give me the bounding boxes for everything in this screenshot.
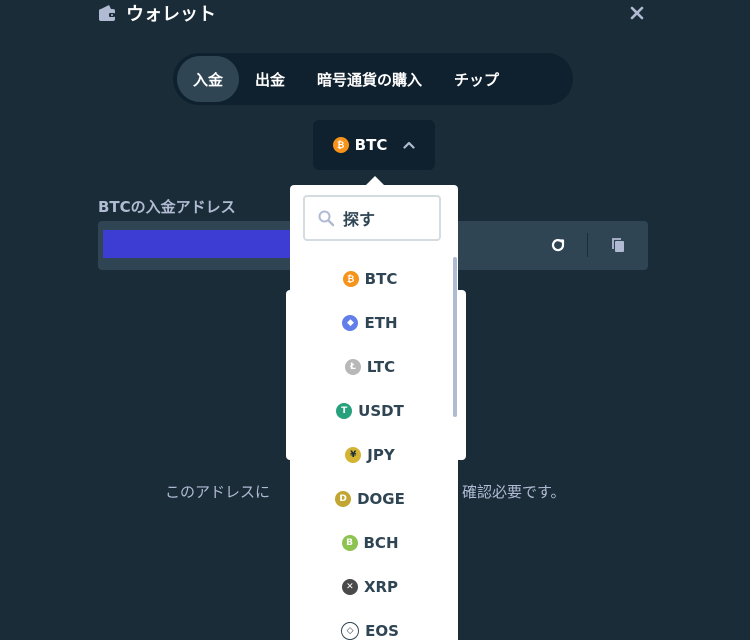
close-button[interactable] [626, 2, 648, 24]
tab-deposit[interactable]: 入金 [177, 56, 240, 102]
currency-selector[interactable]: ₿ BTC [313, 120, 435, 170]
ethereum-icon: ◆ [342, 315, 359, 331]
eos-icon: ◇ [341, 622, 360, 640]
deposit-address-label: BTCの入金アドレス [98, 198, 236, 216]
wallet-icon [98, 4, 116, 22]
currency-option-label: ETH [364, 314, 398, 332]
refresh-address-button[interactable] [547, 234, 569, 256]
xrp-icon: ✕ [341, 579, 358, 595]
deposit-note-left: このアドレスに [165, 483, 271, 501]
tab-withdraw[interactable]: 出金 [239, 56, 301, 102]
deposit-address-value[interactable] [103, 230, 303, 258]
currency-option-label: BCH [363, 534, 399, 552]
copy-address-button[interactable] [607, 234, 629, 256]
currency-option-eth[interactable]: ◆ ETH [290, 301, 450, 345]
wallet-tabs: 入金 出金 暗号通貨の購入 チップ [173, 53, 573, 105]
currency-option-xrp[interactable]: ✕ XRP [290, 565, 450, 609]
currency-option-label: EOS [365, 622, 399, 640]
search-placeholder: 探す [343, 210, 376, 229]
currency-option-label: XRP [363, 578, 399, 596]
currency-option-label: LTC [366, 358, 396, 376]
currency-option-btc[interactable]: ₿ BTC [290, 257, 450, 301]
dropdown-caret [366, 176, 384, 185]
selected-currency: BTC [354, 136, 388, 154]
divider [587, 233, 588, 257]
search-icon [318, 210, 335, 227]
currency-option-label: DOGE [357, 490, 405, 508]
tether-icon: T [336, 403, 353, 419]
deposit-note-right: 確認必要です。 [462, 483, 566, 501]
litecoin-icon: Ł [344, 359, 361, 375]
currency-option-doge[interactable]: D DOGE [290, 477, 450, 521]
bitcoin-icon: ₿ [332, 137, 349, 153]
modal-title: ウォレット [126, 4, 216, 25]
chevron-up-icon [403, 141, 415, 149]
dogecoin-icon: D [335, 491, 352, 507]
currency-dropdown: 探す ₿ BTC ◆ ETH Ł LTC T USDT ¥ JPY D DOGE B BCH ✕ XRP ◇ EO… [290, 185, 458, 640]
currency-option-usdt[interactable]: T USDT [290, 389, 450, 433]
modal-header: ウォレット [98, 0, 216, 26]
currency-option-label: BTC [364, 270, 398, 288]
currency-option-label: USDT [358, 402, 404, 420]
close-icon [630, 6, 644, 20]
yen-icon: ¥ [345, 447, 362, 463]
currency-option-eos[interactable]: ◇ EOS [290, 609, 450, 640]
bitcoin-icon: ₿ [342, 271, 359, 287]
scrollbar[interactable] [453, 257, 457, 417]
currency-option-ltc[interactable]: Ł LTC [290, 345, 450, 389]
currency-option-jpy[interactable]: ¥ JPY [290, 433, 450, 477]
copy-icon [612, 238, 624, 252]
bitcoin-cash-icon: B [341, 535, 358, 551]
currency-list: ₿ BTC ◆ ETH Ł LTC T USDT ¥ JPY D DOGE B BCH ✕ XRP ◇ EOS [290, 257, 450, 640]
tab-tip[interactable]: チップ [438, 56, 515, 102]
refresh-icon [551, 238, 565, 252]
currency-search-input[interactable]: 探す [303, 195, 441, 241]
currency-option-label: JPY [367, 446, 395, 464]
currency-option-bch[interactable]: B BCH [290, 521, 450, 565]
tab-buy-crypto[interactable]: 暗号通貨の購入 [301, 56, 438, 102]
